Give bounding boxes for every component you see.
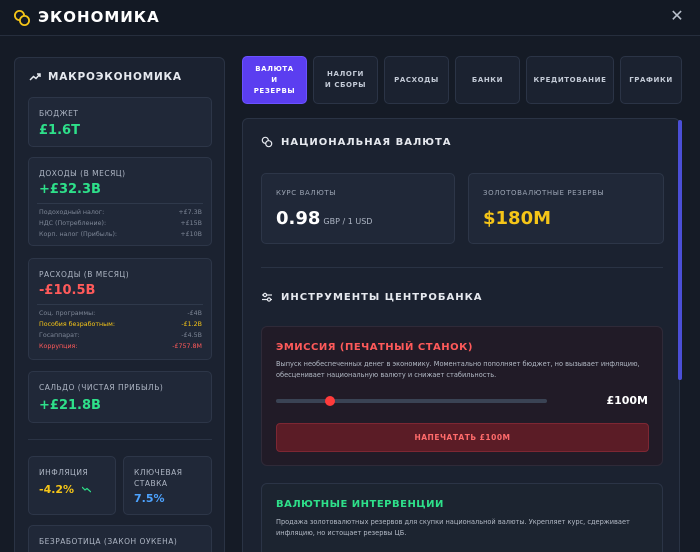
emission-description: Выпуск необеспеченных денег в экономику.… <box>276 360 640 379</box>
exchange-rate-number: 0.98 <box>276 208 321 229</box>
budget-label: БЮДЖЕТ <box>39 109 79 118</box>
divider <box>28 439 212 440</box>
national-currency-header: НАЦИОНАЛЬНАЯ ВАЛЮТА <box>261 136 452 148</box>
sliders-icon <box>262 292 272 302</box>
tab-expenses[interactable]: РАСХОДЫ <box>384 56 449 104</box>
coins-icon <box>261 136 273 148</box>
macroeconomics-panel: МАКРОЭКОНОМИКА БЮДЖЕТ £1.6T ДОХОДЫ (В МЕ… <box>14 57 225 552</box>
currency-content-panel: НАЦИОНАЛЬНАЯ ВАЛЮТА КУРС ВАЛЮТЫ 0.98 GBP … <box>242 118 680 552</box>
tab-charts[interactable]: ГРАФИКИ <box>620 56 682 104</box>
inflation-label: ИНФЛЯЦИЯ <box>39 468 89 477</box>
close-icon[interactable]: ✕ <box>668 7 686 25</box>
exchange-rate-card: КУРС ВАЛЮТЫ 0.98 GBP / 1 USD <box>261 173 455 244</box>
income-label: ДОХОДЫ (В МЕСЯЦ) <box>39 169 126 178</box>
exchange-rate-value: 0.98 GBP / 1 USD <box>276 208 372 229</box>
inflation-value: -4.2% <box>39 483 92 496</box>
intervention-title: ВАЛЮТНЫЕ ИНТЕРВЕНЦИИ <box>276 499 444 510</box>
income-card: ДОХОДЫ (В МЕСЯЦ) +£32.3B Подоходный нало… <box>28 157 212 246</box>
intervention-description: Продажа золотовалютных резервов для скуп… <box>276 518 630 537</box>
intervention-card: ВАЛЮТНЫЕ ИНТЕРВЕНЦИИ Продажа золотовалют… <box>261 483 663 552</box>
income-value: +£32.3B <box>39 182 101 197</box>
expenses-card: РАСХОДЫ (В МЕСЯЦ) -£10.5B Соц. программы… <box>28 258 212 360</box>
unemployment-label: БЕЗРАБОТИЦА (ЗАКОН ОУКЕНА) <box>39 537 178 546</box>
title-bar: ЭКОНОМИКА ✕ <box>0 0 700 36</box>
emission-slider[interactable] <box>276 396 547 406</box>
content-scrollbar[interactable] <box>678 120 682 380</box>
income-row: НДС (Потребление): +£15B <box>39 220 202 227</box>
balance-value: +£21.8B <box>39 398 101 413</box>
emission-title: ЭМИССИЯ (ПЕЧАТНЫЙ СТАНОК) <box>276 342 473 353</box>
tab-banks[interactable]: БАНКИ <box>455 56 520 104</box>
emission-slider-handle[interactable] <box>325 396 336 406</box>
emission-amount: £100M <box>606 394 648 407</box>
expenses-value: -£10.5B <box>39 283 96 298</box>
central-bank-title: ИНСТРУМЕНТЫ ЦЕНТРОБАНКА <box>281 291 483 303</box>
expense-row: Соц. программы: -£4B <box>39 310 202 317</box>
central-bank-header: ИНСТРУМЕНТЫ ЦЕНТРОБАНКА <box>261 291 483 303</box>
budget-value: £1.6T <box>39 123 80 138</box>
balance-label: САЛЬДО (ЧИСТАЯ ПРИБЫЛЬ) <box>39 383 164 392</box>
expense-row: Коррупция: -£757.8M <box>39 343 202 350</box>
expense-row: Пособия безработным: -£1.2B <box>39 321 202 328</box>
tab-taxes[interactable]: НАЛОГИ И СБОРЫ <box>313 56 378 104</box>
balance-card: САЛЬДО (ЧИСТАЯ ПРИБЫЛЬ) +£21.8B <box>28 371 212 423</box>
income-row: Корп. налог (Прибыль): +£10B <box>39 231 202 238</box>
reserves-value: $180M <box>483 208 552 229</box>
key-rate-value: 7.5% <box>134 492 165 505</box>
macroeconomics-title: МАКРОЭКОНОМИКА <box>48 71 182 83</box>
coins-icon <box>14 10 30 26</box>
reserves-label: ЗОЛОТОВАЛЮТНЫЕ РЕЗЕРВЫ <box>483 189 605 197</box>
print-money-button[interactable]: НАПЕЧАТАТЬ £100M <box>276 423 649 452</box>
key-rate-card: КЛЮЧЕВАЯ СТАВКА 7.5% <box>123 456 212 515</box>
trend-up-icon <box>29 73 41 81</box>
unemployment-card: БЕЗРАБОТИЦА (ЗАКОН ОУКЕНА) <box>28 525 212 552</box>
expenses-label: РАСХОДЫ (В МЕСЯЦ) <box>39 270 130 279</box>
divider <box>37 203 203 204</box>
key-rate-label: КЛЮЧЕВАЯ СТАВКА <box>134 468 183 488</box>
macroeconomics-header: МАКРОЭКОНОМИКА <box>29 71 182 83</box>
budget-card: БЮДЖЕТ £1.6T <box>28 97 212 147</box>
reserves-card: ЗОЛОТОВАЛЮТНЫЕ РЕЗЕРВЫ $180M <box>468 173 664 244</box>
inflation-value-text: -4.2% <box>39 483 75 496</box>
tab-lending[interactable]: КРЕДИТОВАНИЕ <box>526 56 614 104</box>
expense-row: Госаппарат: -£4.5B <box>39 332 202 339</box>
divider <box>261 267 663 268</box>
emission-card: ЭМИССИЯ (ПЕЧАТНЫЙ СТАНОК) Выпуск необесп… <box>261 326 663 466</box>
divider <box>37 304 203 305</box>
tab-currency-reserves[interactable]: ВАЛЮТА И РЕЗЕРВЫ <box>242 56 307 104</box>
exchange-rate-label: КУРС ВАЛЮТЫ <box>276 189 337 197</box>
national-currency-title: НАЦИОНАЛЬНАЯ ВАЛЮТА <box>281 136 452 148</box>
trend-down-icon <box>81 486 92 493</box>
tab-bar: ВАЛЮТА И РЕЗЕРВЫ НАЛОГИ И СБОРЫ РАСХОДЫ БАН… <box>242 56 700 104</box>
inflation-card: ИНФЛЯЦИЯ -4.2% <box>28 456 116 515</box>
income-row: Подоходный налог: +£7.3B <box>39 209 202 216</box>
window-title: ЭКОНОМИКА <box>38 8 160 26</box>
exchange-rate-unit: GBP / 1 USD <box>323 217 373 226</box>
